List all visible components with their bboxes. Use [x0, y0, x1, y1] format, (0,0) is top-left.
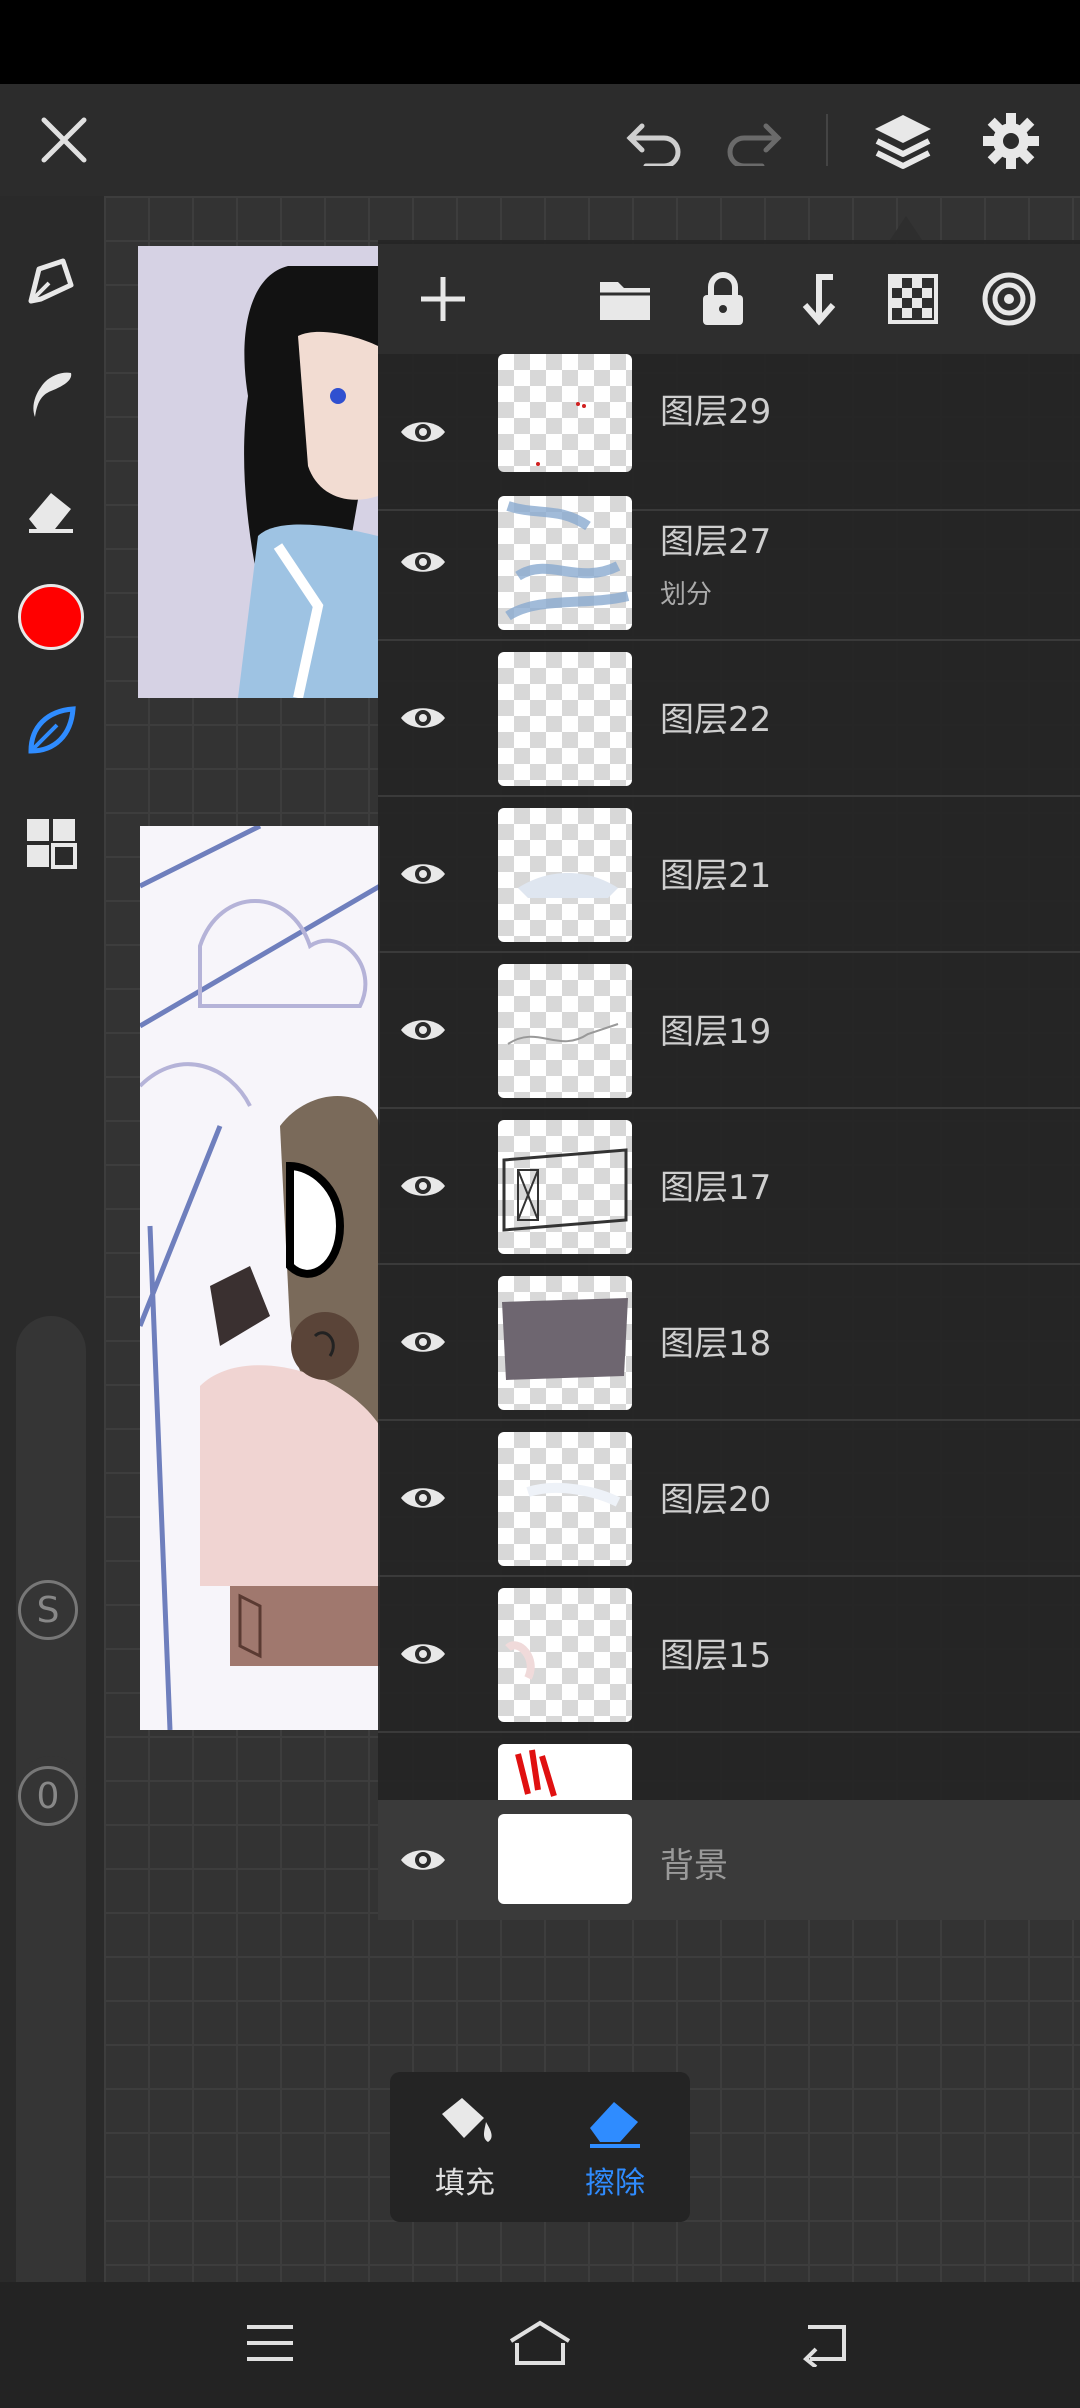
- visibility-eye-icon[interactable]: [398, 1473, 448, 1523]
- settings-icon[interactable]: [974, 104, 1048, 178]
- system-navigation-bar: [0, 2282, 1080, 2408]
- fill-button[interactable]: 填充: [390, 2072, 540, 2222]
- blend-target-icon[interactable]: [974, 264, 1044, 334]
- layer-blend-mode: 划分: [660, 580, 713, 610]
- paint-bucket-icon: [442, 2098, 492, 2142]
- close-icon[interactable]: [30, 106, 98, 174]
- layer-row-4[interactable]: 图层19: [378, 952, 1080, 1109]
- background-layer-row[interactable]: 背景: [378, 1800, 1080, 1920]
- eraser-icon[interactable]: [16, 474, 86, 544]
- smudge-icon[interactable]: [16, 360, 86, 430]
- menu-icon[interactable]: [230, 2308, 310, 2378]
- merge-down-icon[interactable]: [784, 264, 854, 334]
- home-icon[interactable]: [500, 2308, 580, 2378]
- left-tool-rail: S 0: [0, 196, 104, 2336]
- top-toolbar: [0, 84, 1080, 196]
- erase-label: 擦除: [585, 2166, 645, 2201]
- visibility-eye-icon[interactable]: [398, 693, 448, 743]
- layer-thumbnail: [498, 964, 632, 1098]
- visibility-eye-icon[interactable]: [398, 1317, 448, 1367]
- undo-icon[interactable]: [622, 108, 690, 176]
- status-bar: [0, 0, 1080, 84]
- layer-thumbnail: [498, 1588, 632, 1722]
- layer-row-3[interactable]: 图层21: [378, 796, 1080, 953]
- topbar-divider: [826, 114, 828, 166]
- layer-name: 图层15: [660, 1636, 772, 1676]
- layer-name: 图层27: [660, 522, 772, 562]
- add-layer-icon[interactable]: [408, 264, 478, 334]
- layer-name: 背景: [660, 1846, 728, 1886]
- pen-icon[interactable]: [16, 246, 86, 316]
- layer-name: 图层18: [660, 1324, 772, 1364]
- erase-button[interactable]: 擦除: [540, 2072, 690, 2222]
- layer-name: 图层21: [660, 856, 772, 896]
- layer-name: 图层22: [660, 700, 772, 740]
- layer-row-5[interactable]: 图层17: [378, 1108, 1080, 1265]
- eraser-icon: [590, 2102, 640, 2148]
- visibility-eye-icon[interactable]: [398, 1629, 448, 1679]
- layer-thumbnail: [498, 1276, 632, 1410]
- size-slider-text: S: [36, 1589, 60, 1631]
- layer-row-1[interactable]: 图层27 划分: [378, 484, 1080, 641]
- layer-thumbnail: [498, 496, 632, 630]
- leaf-brush-icon[interactable]: [16, 696, 86, 766]
- color-swatch[interactable]: [18, 584, 84, 650]
- panel-pointer: [890, 216, 922, 240]
- size-slider-label: S: [18, 1580, 78, 1640]
- layer-row-7[interactable]: 图层20: [378, 1420, 1080, 1577]
- back-icon[interactable]: [784, 2308, 864, 2378]
- visibility-eye-icon[interactable]: [398, 537, 448, 587]
- layer-thumbnail: [498, 1744, 632, 1800]
- fill-label: 填充: [435, 2166, 495, 2201]
- layer-name: 图层19: [660, 1012, 772, 1052]
- layer-name: 图层29: [660, 392, 772, 432]
- visibility-eye-icon[interactable]: [398, 849, 448, 899]
- layer-thumbnail: [498, 652, 632, 786]
- layers-icon[interactable]: [866, 104, 940, 178]
- layer-name: 图层20: [660, 1480, 772, 1520]
- folder-icon[interactable]: [590, 264, 660, 334]
- layer-thumbnail: [498, 1432, 632, 1566]
- redo-icon[interactable]: [718, 108, 786, 176]
- grid-icon[interactable]: [16, 808, 86, 878]
- layer-thumbnail: [498, 354, 632, 472]
- transparency-icon[interactable]: [878, 264, 948, 334]
- opacity-slider-label: 0: [18, 1766, 78, 1826]
- layer-row-8[interactable]: 图层15: [378, 1576, 1080, 1733]
- layer-row-partial[interactable]: [378, 1732, 1080, 1800]
- layer-name: 图层17: [660, 1168, 772, 1208]
- layer-thumbnail: [498, 808, 632, 942]
- layer-row-6[interactable]: 图层18: [378, 1264, 1080, 1421]
- opacity-slider[interactable]: [16, 1756, 86, 2336]
- reference-image[interactable]: [138, 246, 378, 698]
- visibility-eye-icon[interactable]: [398, 407, 448, 457]
- background-thumbnail: [498, 1814, 632, 1904]
- opacity-slider-text: 0: [36, 1775, 60, 1817]
- layers-toolbar: [378, 244, 1080, 354]
- visibility-eye-icon[interactable]: [398, 1161, 448, 1211]
- canvas-artwork[interactable]: [140, 826, 380, 1730]
- visibility-eye-icon[interactable]: [398, 1835, 448, 1885]
- lock-icon[interactable]: [688, 264, 758, 334]
- visibility-eye-icon[interactable]: [398, 1005, 448, 1055]
- layer-row-2[interactable]: 图层22: [378, 640, 1080, 797]
- fill-erase-popup: 填充 擦除: [390, 2072, 690, 2222]
- layer-thumbnail: [498, 1120, 632, 1254]
